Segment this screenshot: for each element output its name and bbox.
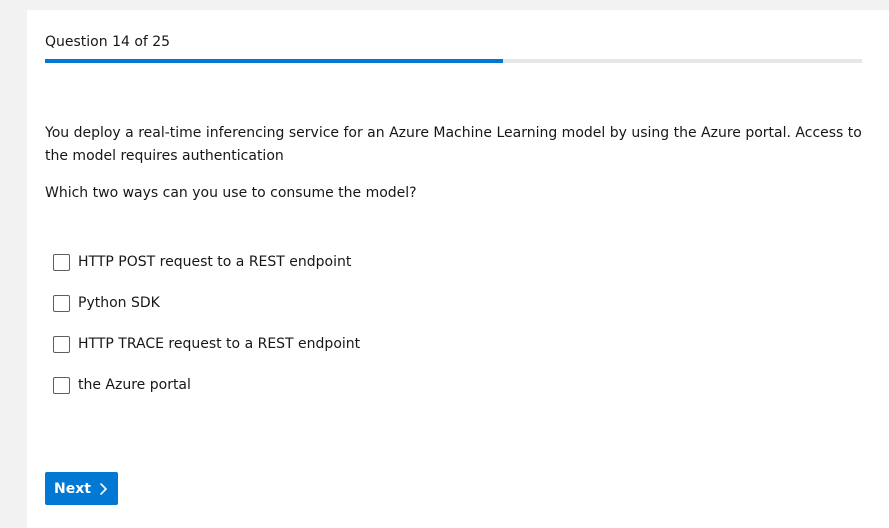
answer-option-python-sdk[interactable]: Python SDK <box>53 293 360 313</box>
progress-bar-fill <box>45 59 503 63</box>
checkbox[interactable] <box>53 253 70 271</box>
chevron-right-icon <box>100 482 107 495</box>
answer-options: HTTP POST request to a REST endpoint Pyt… <box>53 252 360 416</box>
answer-option-http-trace[interactable]: HTTP TRACE request to a REST endpoint <box>53 334 360 354</box>
next-button-label: Next <box>54 480 91 497</box>
progress-bar <box>45 59 862 63</box>
checkbox[interactable] <box>53 294 70 312</box>
next-button[interactable]: Next <box>45 472 118 505</box>
answer-option-label: the Azure portal <box>78 377 191 393</box>
answer-option-label: HTTP POST request to a REST endpoint <box>78 254 352 270</box>
question-counter: Question 14 of 25 <box>45 34 171 50</box>
answer-option-label: Python SDK <box>78 295 160 311</box>
checkbox[interactable] <box>53 376 70 394</box>
answer-option-azure-portal[interactable]: the Azure portal <box>53 375 360 395</box>
question-prompt: Which two ways can you use to consume th… <box>45 185 417 201</box>
answer-option-http-post[interactable]: HTTP POST request to a REST endpoint <box>53 252 360 272</box>
question-card: Question 14 of 25 You deploy a real-time… <box>27 10 889 528</box>
question-text: You deploy a real-time inferencing servi… <box>45 125 862 164</box>
answer-option-label: HTTP TRACE request to a REST endpoint <box>78 336 361 352</box>
checkbox[interactable] <box>53 335 70 353</box>
